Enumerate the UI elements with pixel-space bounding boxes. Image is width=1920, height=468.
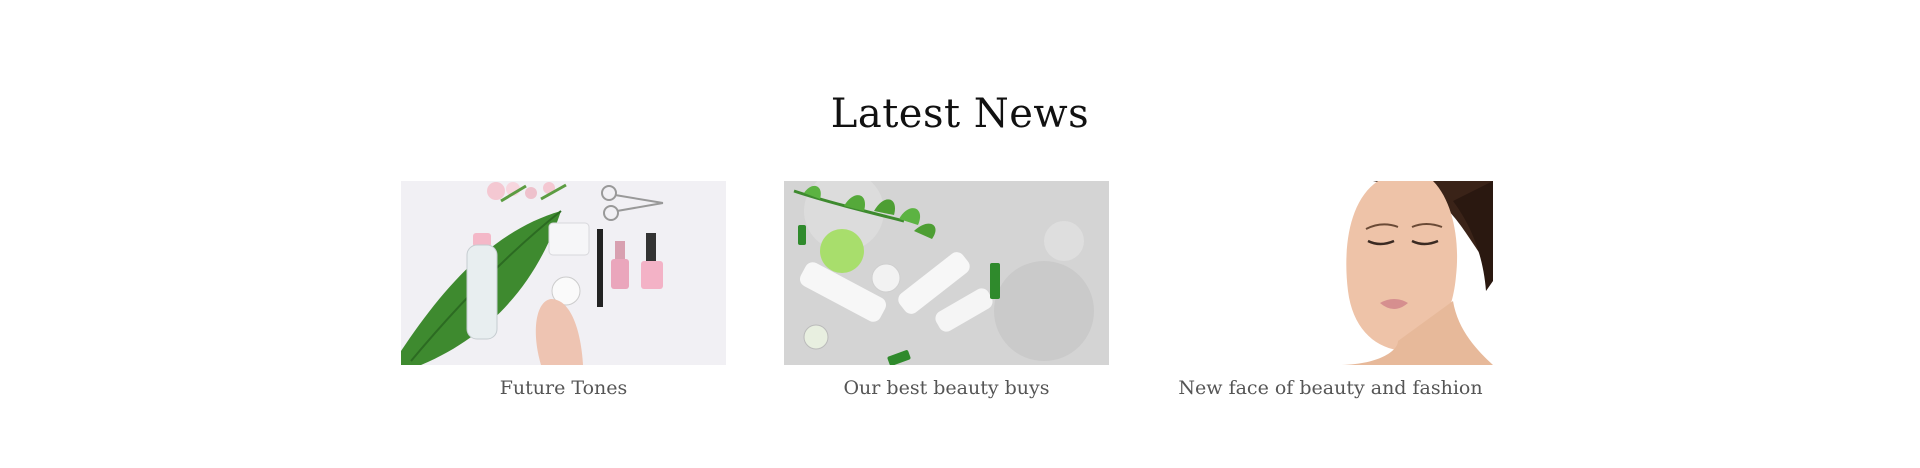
post-title-link[interactable]: Future Tones	[401, 377, 726, 399]
section-title: Latest News	[830, 91, 1090, 138]
woman-face-image[interactable]	[1168, 181, 1493, 365]
news-card: Future Tones	[401, 181, 726, 399]
post-title-link[interactable]: Our best beauty buys	[784, 377, 1109, 399]
skincare-tubes-image[interactable]	[784, 181, 1109, 365]
latest-news-section: Latest News Future Tones Our best beauty…	[0, 0, 1920, 468]
cosmetics-flatlay-image[interactable]	[401, 181, 726, 365]
news-card: Our best beauty buys	[784, 181, 1109, 399]
news-card: New face of beauty and fashion	[1168, 181, 1493, 399]
post-title-link[interactable]: New face of beauty and fashion	[1168, 377, 1493, 399]
